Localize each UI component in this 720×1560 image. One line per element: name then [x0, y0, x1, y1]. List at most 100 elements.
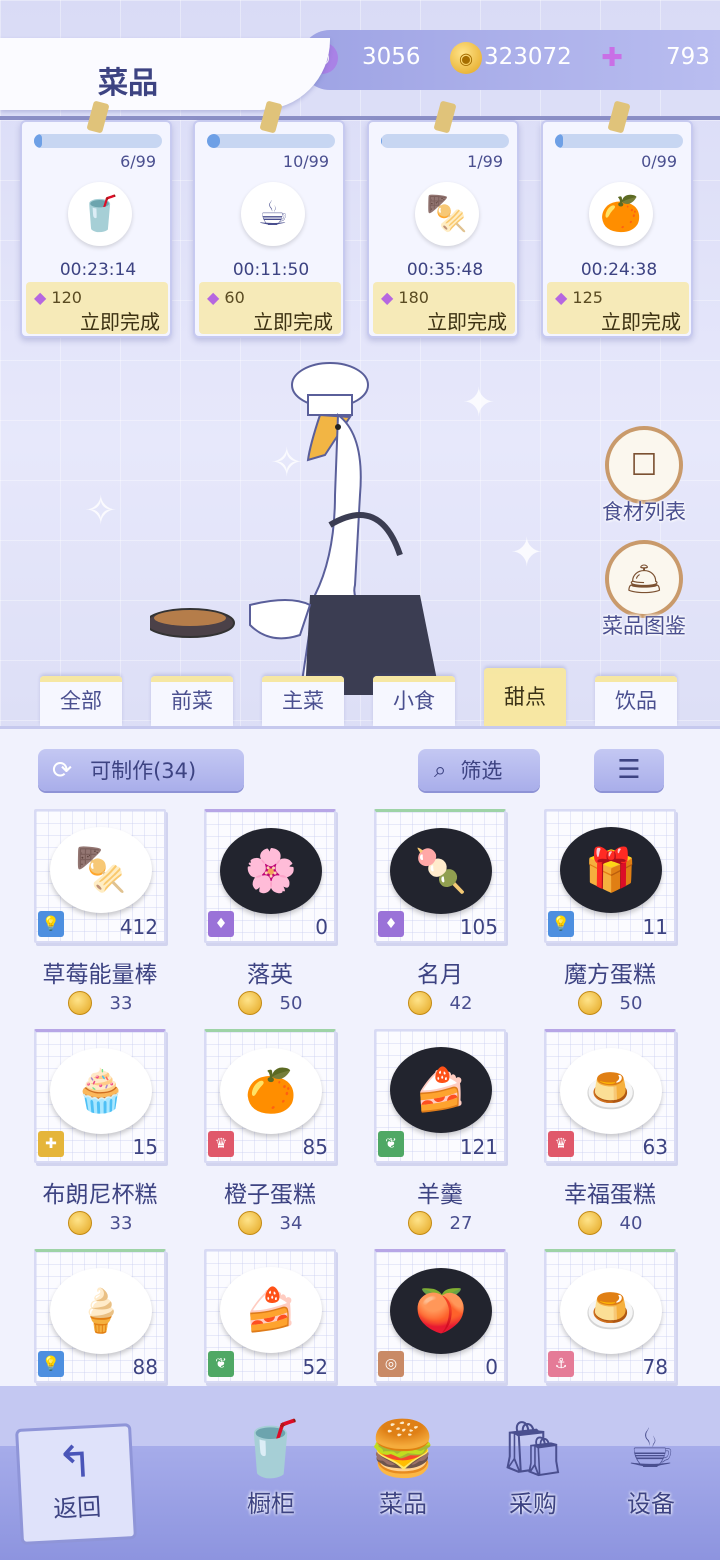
dish-price-value: 33	[109, 1212, 133, 1234]
finish-cost-value: 120	[51, 288, 82, 307]
nav-dishes-button[interactable]: 🍔 菜品	[348, 1412, 458, 1519]
cabinet-drink-icon: 🥤	[237, 1417, 305, 1480]
strawberry-skewer-icon: 🍢	[415, 182, 479, 246]
tab-dessert[interactable]: 甜点	[484, 668, 566, 726]
dish-quantity: 412	[119, 915, 158, 939]
dish-item[interactable]: 🍮 ⚓ 78	[540, 1249, 690, 1383]
dish-price-value: 40	[619, 1212, 643, 1234]
tab-drinks[interactable]: 饮品	[595, 676, 677, 726]
tab-all[interactable]: 全部	[40, 676, 122, 726]
dish-catalog-button[interactable]: 🛎 菜品图鉴	[594, 540, 694, 640]
dish-card[interactable]: 🍮 ♛ 63	[544, 1029, 676, 1163]
dish-item[interactable]: 🍡 ♦ 105 名月 42	[370, 809, 520, 1015]
back-label: 返回	[52, 1492, 102, 1524]
finish-cost-value: 60	[224, 288, 245, 307]
dish-price-value: 42	[449, 992, 473, 1014]
dish-item[interactable]: 🍢 💡 412 草莓能量棒 33	[30, 809, 180, 1015]
dish-item[interactable]: 🍊 ♛ 85 橙子蛋糕 34	[200, 1029, 350, 1235]
finish-label: 立即完成	[427, 310, 507, 334]
dish-image: 🌸	[220, 828, 322, 914]
dish-card[interactable]: 🍢 💡 412	[34, 809, 166, 943]
dish-price: 40	[540, 1211, 680, 1235]
refresh-icon: ⟳	[52, 756, 73, 784]
bottom-nav: ↰ 返回 🥤 橱柜 🍔 菜品 🛍 采购 ☕ 设备	[0, 1386, 720, 1560]
dish-image: 🍑	[390, 1268, 492, 1354]
instant-finish-button[interactable]: ◆ 120 立即完成	[26, 282, 168, 334]
dish-item[interactable]: 🍦 💡 88	[30, 1249, 180, 1383]
craftable-toggle-button[interactable]: ⟳ 可制作(34)	[38, 749, 244, 791]
crystal-icon: ◆	[34, 288, 47, 307]
production-count: 0/99	[641, 152, 677, 171]
craftable-label: 可制作(34)	[90, 759, 197, 783]
dish-name: 羊羹	[417, 1182, 463, 1208]
ingredient-list-button[interactable]: ☐ 食材列表	[594, 426, 694, 526]
crystal-plus-icon[interactable]: ✚	[596, 42, 628, 74]
dish-card[interactable]: 🍰 ❦ 52	[204, 1249, 336, 1383]
dish-image: 🧁	[50, 1048, 152, 1134]
back-arrow-icon: ↰	[55, 1436, 95, 1489]
dish-card[interactable]: 🍮 ⚓ 78	[544, 1249, 676, 1383]
dish-item[interactable]: 🎁 💡 11 魔方蛋糕 50	[540, 809, 690, 1015]
instant-finish-button[interactable]: ◆ 180 立即完成	[373, 282, 515, 334]
dish-card[interactable]: 🍑 ◎ 0	[374, 1249, 506, 1383]
dish-quantity: 52	[302, 1355, 328, 1379]
instant-finish-button[interactable]: ◆ 60 立即完成	[199, 282, 341, 334]
dish-card[interactable]: 🌸 ♦ 0	[204, 809, 336, 943]
dish-item[interactable]: 🧁 ✚ 15 布朗尼杯糕 33	[30, 1029, 180, 1235]
dish-image: 🍡	[390, 828, 492, 914]
dish-quantity: 11	[642, 915, 668, 939]
dish-card[interactable]: 🍰 ❦ 121	[374, 1029, 506, 1163]
dish-price-value: 27	[449, 1212, 473, 1234]
gold-coin-icon	[237, 991, 262, 1015]
tab-appetizer[interactable]: 前菜	[151, 676, 233, 726]
dish-image: 🍰	[390, 1047, 492, 1133]
finish-cost-value: 125	[572, 288, 603, 307]
dish-item[interactable]: 🍮 ♛ 63 幸福蛋糕 40	[540, 1029, 690, 1235]
dish-item[interactable]: 🌸 ♦ 0 落英 50	[200, 809, 350, 1015]
dish-card[interactable]: 🎁 💡 11	[544, 809, 676, 943]
production-slot[interactable]: 1/99 🍢 00:35:48 ◆ 180 立即完成	[367, 100, 519, 338]
back-button[interactable]: ↰ 返回	[15, 1423, 137, 1545]
leaf-badge-icon: ❦	[378, 1131, 404, 1157]
gold-coin-icon	[237, 1211, 262, 1235]
crystal-icon: ◆	[207, 288, 220, 307]
dish-card[interactable]: 🍊 ♛ 85	[204, 1029, 336, 1163]
dish-card[interactable]: 🍡 ♦ 105	[374, 809, 506, 943]
tab-main[interactable]: 主菜	[262, 676, 344, 726]
progress-fill	[34, 134, 42, 148]
juice-glass-icon: 🥤	[68, 182, 132, 246]
tab-snack[interactable]: 小食	[373, 676, 455, 726]
shell-badge-icon: ◎	[378, 1351, 404, 1377]
title-box: 菜品	[0, 38, 330, 110]
dish-price: 50	[540, 991, 680, 1015]
production-slot[interactable]: 0/99 🍊 00:24:38 ◆ 125 立即完成	[541, 100, 693, 338]
instant-finish-button[interactable]: ◆ 125 立即完成	[547, 282, 689, 334]
dish-list-panel: ⟳ 可制作(34) ⌕ 筛选 ☰ 🍢 💡 412 草莓能量棒 33 🌸 ♦ 0 …	[0, 726, 720, 1386]
dish-name: 布朗尼杯糕	[42, 1182, 158, 1208]
dish-card[interactable]: 🧁 ✚ 15	[34, 1029, 166, 1163]
gold-coin-icon	[577, 991, 602, 1015]
dish-card[interactable]: 🍦 💡 88	[34, 1249, 166, 1383]
currency-purple: 3056	[362, 44, 421, 70]
currency-bar: ☺ 3056 ◉ 323072 ✚ 793	[300, 30, 720, 90]
crown-badge-icon: ♛	[208, 1131, 234, 1157]
production-slot[interactable]: 6/99 🥤 00:23:14 ◆ 120 立即完成	[20, 100, 172, 338]
dish-item[interactable]: 🍰 ❦ 121 羊羹 27	[370, 1029, 520, 1235]
finish-cost: ◆ 125	[555, 288, 603, 307]
production-slot[interactable]: 10/99 ☕ 00:11:50 ◆ 60 立即完成	[193, 100, 345, 338]
progress-fill	[207, 134, 220, 148]
sort-button[interactable]: ☰	[594, 749, 664, 791]
leaf-badge-icon: ❦	[208, 1351, 234, 1377]
dish-price: 42	[370, 991, 510, 1015]
nav-purchase-button[interactable]: 🛍 采购	[478, 1412, 588, 1519]
filter-button[interactable]: ⌕ 筛选	[418, 749, 540, 791]
nav-equipment-button[interactable]: ☕ 设备	[596, 1412, 706, 1519]
nav-cabinet-button[interactable]: 🥤 橱柜	[216, 1412, 326, 1519]
dish-item[interactable]: 🍰 ❦ 52	[200, 1249, 350, 1383]
gold-coin-icon	[407, 1211, 432, 1235]
dish-item[interactable]: 🍑 ◎ 0	[370, 1249, 520, 1383]
dish-image: 🍮	[560, 1048, 662, 1134]
filter-label: 筛选	[460, 759, 503, 783]
dish-quantity: 88	[132, 1355, 158, 1379]
top-bar: ☺ 3056 ◉ 323072 ✚ 793 菜品	[0, 30, 720, 110]
